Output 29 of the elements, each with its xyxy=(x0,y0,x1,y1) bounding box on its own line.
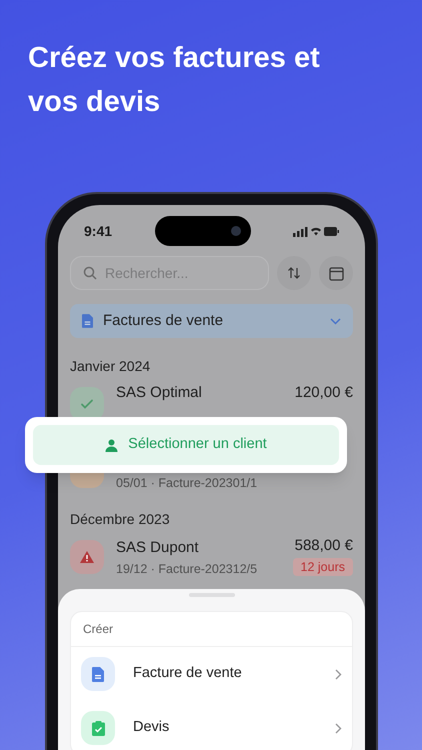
chevron-right-icon xyxy=(335,722,342,734)
overdue-badge: 12 jours xyxy=(292,558,353,576)
warning-tile-icon xyxy=(70,540,104,574)
document-icon xyxy=(81,657,115,691)
status-icons xyxy=(293,226,339,236)
document-icon xyxy=(82,314,93,328)
clipboard-check-icon xyxy=(81,711,115,745)
invoice-details: 19/12 · Facture-202312/5 xyxy=(116,561,258,578)
search-icon xyxy=(83,266,97,280)
client-name: SAS Dupont xyxy=(116,538,200,558)
card-title: Créer xyxy=(71,612,352,647)
chevron-right-icon xyxy=(335,668,342,680)
month-heading: Janvier 2024 xyxy=(70,357,152,375)
headline: Créez vos factures et vos devis xyxy=(27,41,321,120)
sort-button[interactable] xyxy=(277,256,311,290)
person-icon xyxy=(105,438,118,452)
client-name: SAS Optimal xyxy=(116,383,203,403)
invoice-details: 05/01 · Facture-202301/1 xyxy=(116,475,258,492)
invoice-amount: 120,00 € xyxy=(294,383,353,403)
calendar-icon xyxy=(328,266,344,280)
status-time: 9:41 xyxy=(84,222,112,240)
filter-dropdown[interactable]: Factures de vente xyxy=(70,304,353,338)
invoice-amount: 588,00 € xyxy=(294,536,353,556)
calendar-button[interactable] xyxy=(319,256,353,290)
sort-arrows-icon xyxy=(287,266,301,280)
chevron-down-icon xyxy=(330,318,341,324)
month-heading: Décembre 2023 xyxy=(70,510,171,528)
create-option[interactable]: Devis xyxy=(71,701,352,750)
create-option[interactable]: Facture de vente xyxy=(71,647,352,701)
